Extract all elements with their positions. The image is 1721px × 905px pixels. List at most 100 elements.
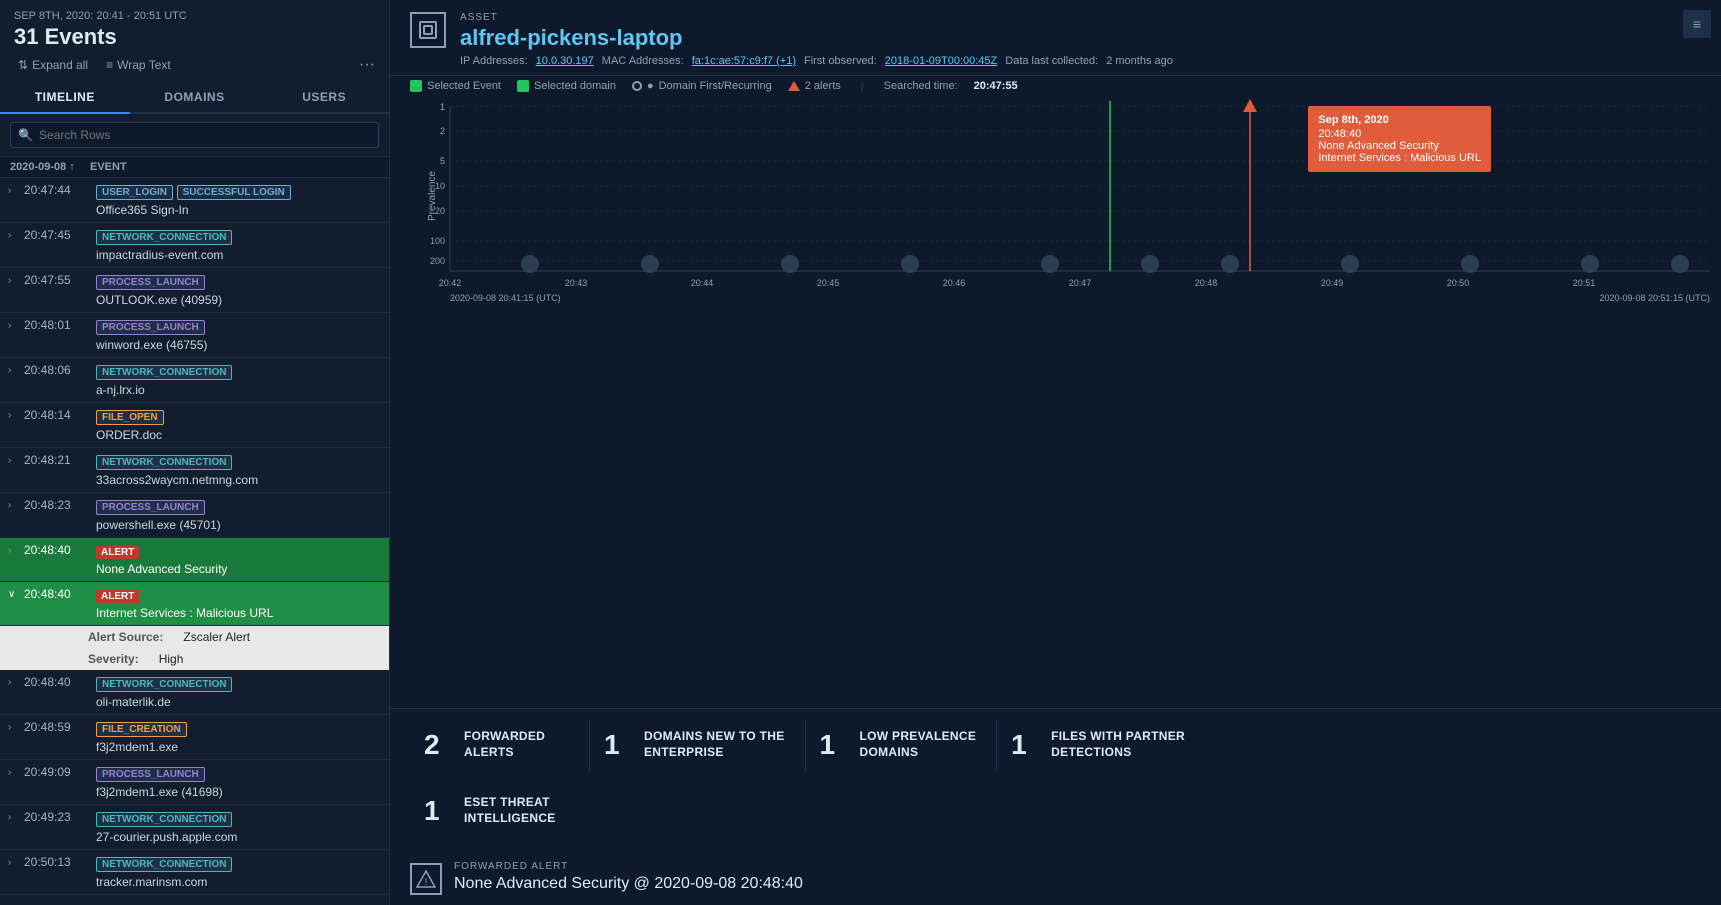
table-row[interactable]: › 20:48:01 PROCESS_LAUNCH winword.exe (4… xyxy=(0,313,389,358)
table-row[interactable]: › 20:48:23 PROCESS_LAUNCH powershell.exe… xyxy=(0,493,389,538)
mac-label: MAC Addresses: xyxy=(602,55,684,67)
domain-dot[interactable] xyxy=(1221,255,1239,273)
svg-text:1: 1 xyxy=(440,102,445,112)
domain-dot[interactable] xyxy=(1581,255,1599,273)
svg-text:20: 20 xyxy=(435,206,445,216)
table-row[interactable]: › 20:48:59 FILE_CREATION f3j2mdem1.exe xyxy=(0,715,389,760)
domain-dot[interactable] xyxy=(781,255,799,273)
alert-triangle-icon xyxy=(788,81,800,91)
table-row[interactable]: › 20:48:40 ALERT None Advanced Security xyxy=(0,538,389,582)
badge-network: NETWORK_CONNECTION xyxy=(96,230,232,245)
legend-selected-domain: Selected domain xyxy=(517,80,616,92)
col-time-header[interactable]: 2020-09-08 ↑ xyxy=(10,161,90,173)
more-options-button[interactable]: ··· xyxy=(359,56,375,74)
domain-dot[interactable] xyxy=(901,255,919,273)
svg-text:20:51: 20:51 xyxy=(1573,278,1596,288)
indicator-eset[interactable]: 1 ESET THREATINTELLIGENCE xyxy=(410,785,590,837)
tab-bar: TIMELINE DOMAINS USERS xyxy=(0,82,389,114)
expand-all-button[interactable]: ⇅ Expand all xyxy=(14,56,92,74)
data-collected-label: Data last collected: xyxy=(1005,55,1098,67)
expand-chevron[interactable]: › xyxy=(8,453,24,466)
table-row[interactable]: › 20:48:21 NETWORK_CONNECTION 33across2w… xyxy=(0,448,389,493)
indicator-cards: 2 FORWARDEDALERTS 1 DOMAINS NEW TO THEEN… xyxy=(410,719,1701,771)
event-count: 31 Events xyxy=(14,24,375,50)
alert-info: FORWARDED ALERT None Advanced Security @… xyxy=(454,861,803,893)
svg-text:20:50: 20:50 xyxy=(1447,278,1470,288)
wrap-text-button[interactable]: ≡ Wrap Text xyxy=(102,56,175,74)
expand-chevron[interactable]: › xyxy=(8,498,24,511)
badge-process: PROCESS_LAUNCH xyxy=(96,500,205,515)
tab-timeline[interactable]: TIMELINE xyxy=(0,82,130,114)
table-row[interactable]: › 20:47:55 PROCESS_LAUNCH OUTLOOK.exe (4… xyxy=(0,268,389,313)
asset-header: ASSET alfred-pickens-laptop IP Addresses… xyxy=(390,0,1721,76)
svg-text:2020-09-08 20:41:15 (UTC): 2020-09-08 20:41:15 (UTC) xyxy=(450,293,561,303)
domain-dot[interactable] xyxy=(1461,255,1479,273)
indicator-domains-new[interactable]: 1 DOMAINS NEW TO THEENTERPRISE xyxy=(590,719,806,771)
svg-text:!: ! xyxy=(425,877,428,888)
table-row[interactable]: › 20:48:14 FILE_OPEN ORDER.doc xyxy=(0,403,389,448)
indicator-forwarded-alerts[interactable]: 2 FORWARDEDALERTS xyxy=(410,719,590,771)
domain-dot[interactable] xyxy=(1341,255,1359,273)
date-range: SEP 8TH, 2020: 20:41 - 20:51 UTC xyxy=(14,10,375,22)
svg-text:2020-09-08 20:51:15 (UTC): 2020-09-08 20:51:15 (UTC) xyxy=(1599,293,1710,303)
table-row[interactable]: › 20:49:23 NETWORK_CONNECTION 27-courier… xyxy=(0,805,389,850)
table-row[interactable]: › 20:47:44 USER_LOGIN SUCCESSFUL LOGIN O… xyxy=(0,178,389,223)
expand-chevron[interactable]: › xyxy=(8,273,24,286)
expand-chevron[interactable]: › xyxy=(8,228,24,241)
mac-address[interactable]: fa:1c:ae:57:c9:f7 (+1) xyxy=(692,55,796,67)
domain-dot[interactable] xyxy=(521,255,539,273)
expand-chevron[interactable]: › xyxy=(8,810,24,823)
ip-label: IP Addresses: xyxy=(460,55,528,67)
expand-chevron[interactable]: › xyxy=(8,765,24,778)
table-row[interactable]: › 20:49:09 PROCESS_LAUNCH f3j2mdem1.exe … xyxy=(0,760,389,805)
expand-chevron[interactable]: › xyxy=(8,675,24,688)
expand-chevron[interactable]: ∨ xyxy=(8,587,24,600)
left-header: SEP 8TH, 2020: 20:41 - 20:51 UTC 31 Even… xyxy=(0,0,389,82)
tab-users[interactable]: USERS xyxy=(259,82,389,114)
wrap-icon: ≡ xyxy=(106,58,113,72)
forwarded-alert-header: FORWARDED ALERT xyxy=(454,861,803,872)
badge-network: NETWORK_CONNECTION xyxy=(96,857,232,872)
tab-domains[interactable]: DOMAINS xyxy=(130,82,260,114)
expand-chevron[interactable]: › xyxy=(8,408,24,421)
domain-dot[interactable] xyxy=(641,255,659,273)
table-row[interactable]: › 20:48:40 NETWORK_CONNECTION oli-materl… xyxy=(0,670,389,715)
asset-label: ASSET xyxy=(460,12,1173,23)
search-wrapper: 🔍 xyxy=(10,122,379,148)
domain-dot[interactable] xyxy=(1141,255,1159,273)
badge-process: PROCESS_LAUNCH xyxy=(96,767,205,782)
settings-button[interactable]: ≡ xyxy=(1683,10,1711,38)
event-detail-row: Alert Source: Zscaler Alert xyxy=(0,626,389,648)
bottom-panel: 2 FORWARDEDALERTS 1 DOMAINS NEW TO THEEN… xyxy=(390,708,1721,905)
indicator-low-prevalence[interactable]: 1 LOW PREVALENCEDOMAINS xyxy=(806,719,998,771)
expand-chevron[interactable]: › xyxy=(8,543,24,556)
expand-chevron[interactable]: › xyxy=(8,363,24,376)
indicator-files-partner[interactable]: 1 FILES WITH PARTNERDETECTIONS xyxy=(997,719,1205,771)
svg-text:10: 10 xyxy=(435,181,445,191)
search-input[interactable] xyxy=(10,122,379,148)
table-row[interactable]: › 20:50:13 NETWORK_CONNECTION tracker.ma… xyxy=(0,850,389,895)
table-row[interactable]: › 20:47:45 NETWORK_CONNECTION impactradi… xyxy=(0,223,389,268)
expand-chevron[interactable]: › xyxy=(8,720,24,733)
badge-alert: ALERT xyxy=(96,590,139,603)
alert-warning-icon: ! xyxy=(410,863,442,895)
expand-chevron[interactable]: › xyxy=(8,855,24,868)
expand-chevron[interactable]: › xyxy=(8,183,24,196)
ip-address[interactable]: 10.0.30.197 xyxy=(536,55,594,67)
table-row[interactable]: ∨ 20:48:40 ALERT Internet Services : Mal… xyxy=(0,582,389,626)
domain-recurring-dot xyxy=(632,81,642,91)
expand-chevron[interactable]: › xyxy=(8,318,24,331)
left-panel: SEP 8TH, 2020: 20:41 - 20:51 UTC 31 Even… xyxy=(0,0,390,905)
asset-name: alfred-pickens-laptop xyxy=(460,25,1173,51)
svg-text:20:47: 20:47 xyxy=(1069,278,1092,288)
domain-dot[interactable] xyxy=(1671,255,1689,273)
badge-success-login: SUCCESSFUL LOGIN xyxy=(177,185,291,200)
svg-text:20:43: 20:43 xyxy=(565,278,588,288)
first-observed[interactable]: 2018-01-09T00:00:45Z xyxy=(885,55,998,67)
searched-time-label: Searched time: xyxy=(884,80,958,92)
table-row[interactable]: › 20:48:06 NETWORK_CONNECTION a-nj.lrx.i… xyxy=(0,358,389,403)
chart-container: Sep 8th, 2020 20:48:40 None Advanced Sec… xyxy=(390,96,1721,708)
domain-dot[interactable] xyxy=(1041,255,1059,273)
legend-bar: Selected Event Selected domain ● Domain … xyxy=(390,76,1721,96)
badge-file-creation: FILE_CREATION xyxy=(96,722,187,737)
